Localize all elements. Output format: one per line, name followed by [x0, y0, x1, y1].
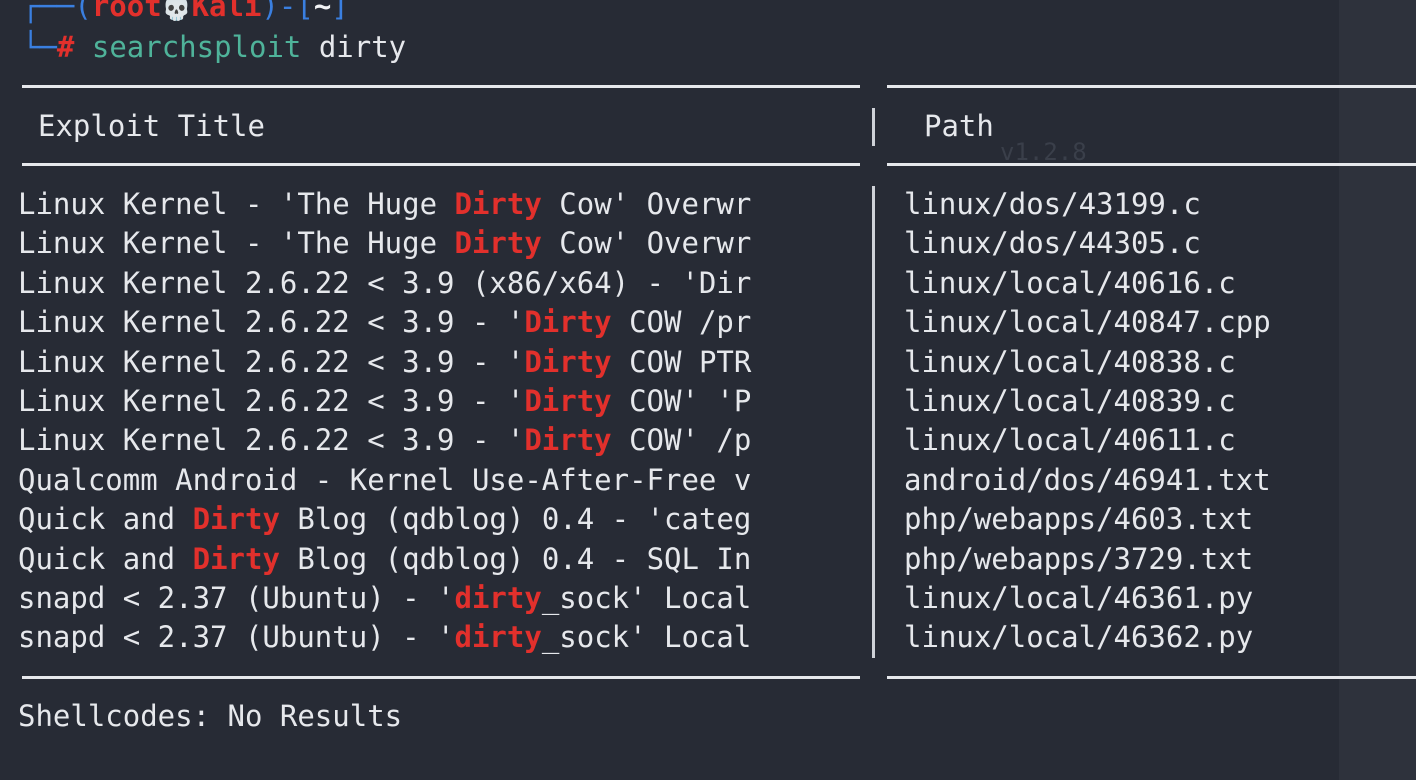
search-match-highlight: dirty [454, 620, 542, 654]
row-exploit-title: Linux Kernel 2.6.22 < 3.9 - 'Dirty COW /… [18, 304, 751, 340]
row-exploit-title: snapd < 2.37 (Ubuntu) - 'dirty_sock' Loc… [18, 580, 751, 616]
search-match-highlight: Dirty [524, 423, 612, 457]
title-text: Linux Kernel 2.6.22 < 3.9 - ' [18, 345, 525, 379]
title-text-tail: _sock' Local [541, 620, 752, 654]
row-exploit-title: Linux Kernel - 'The Huge Dirty Cow' Over… [18, 186, 751, 222]
prompt-user: root [91, 0, 162, 23]
row-exploit-title: Qualcomm Android - Kernel Use-After-Free… [18, 462, 751, 498]
row-exploit-path: android/dos/46941.txt [904, 463, 1271, 497]
table-bottom-rule-right [887, 676, 1416, 679]
prompt-frame-open: ┌──( [22, 0, 92, 23]
faint-version-text: v1.2.8 [1000, 138, 1087, 166]
search-match-highlight: Dirty [524, 345, 612, 379]
title-text-tail: COW PTR [611, 345, 752, 379]
search-match-highlight: Dirty [192, 502, 280, 536]
command-name: searchsploit [91, 30, 302, 64]
row-exploit-title: Linux Kernel - 'The Huge Dirty Cow' Over… [18, 225, 751, 261]
prompt-corner: └─ [22, 30, 57, 64]
row-exploit-path: linux/local/40839.c [904, 384, 1236, 418]
table-top-rule-right [887, 85, 1416, 88]
row-exploit-title: Linux Kernel 2.6.22 < 3.9 - 'Dirty COW' … [18, 422, 751, 458]
shellcodes-result: Shellcodes: No Results [18, 699, 403, 733]
skull-icon: 💀 [161, 0, 192, 22]
title-text-tail: _sock' Local [541, 581, 752, 615]
search-match-highlight: Dirty [454, 187, 542, 221]
search-match-highlight: Dirty [524, 384, 612, 418]
prompt-frame-close: ] [331, 0, 349, 23]
command-argument: dirty [318, 30, 407, 64]
row-exploit-path: linux/local/40616.c [904, 266, 1236, 300]
prompt-header-line: ┌──(root💀Kali)-[~] [22, 0, 349, 24]
search-match-highlight: Dirty [454, 226, 542, 260]
prompt-frame-mid: )-[ [261, 0, 314, 23]
row-exploit-path: php/webapps/4603.txt [904, 502, 1254, 536]
title-text: Linux Kernel - 'The Huge [18, 226, 455, 260]
prompt-hash: # [56, 30, 75, 64]
header-column-separator [872, 108, 875, 146]
title-text: snapd < 2.37 (Ubuntu) - ' [18, 581, 455, 615]
prompt-host: Kali [191, 0, 262, 23]
prompt-directory: ~ [313, 0, 332, 23]
row-exploit-path: linux/local/46361.py [904, 581, 1254, 615]
row-exploit-path: linux/dos/43199.c [904, 187, 1201, 221]
rows-column-separator [872, 186, 875, 658]
row-exploit-title: Linux Kernel 2.6.22 < 3.9 - 'Dirty COW P… [18, 344, 751, 380]
row-exploit-title: Quick and Dirty Blog (qdblog) 0.4 - SQL … [18, 541, 751, 577]
terminal-scrollbar[interactable] [1339, 0, 1416, 780]
table-top-rule-left [22, 85, 860, 88]
title-text: snapd < 2.37 (Ubuntu) - ' [18, 620, 455, 654]
row-exploit-title: Quick and Dirty Blog (qdblog) 0.4 - 'cat… [18, 501, 751, 537]
title-text-tail: COW /pr [611, 305, 752, 339]
search-match-highlight: Dirty [192, 542, 280, 576]
title-text-tail: Cow' Overwr [541, 187, 752, 221]
header-bottom-rule-right [887, 163, 1416, 166]
title-text: Linux Kernel 2.6.22 < 3.9 - ' [18, 384, 525, 418]
title-text: Linux Kernel 2.6.22 < 3.9 - ' [18, 423, 525, 457]
header-exploit-title: Exploit Title [38, 109, 265, 143]
title-text: Quick and [18, 502, 193, 536]
title-text: Quick and [18, 542, 193, 576]
terminal-window[interactable]: ┌──(root💀Kali)-[~] └─# searchsploit dirt… [0, 0, 1416, 780]
title-text: Linux Kernel 2.6.22 < 3.9 - ' [18, 305, 525, 339]
command-line[interactable]: └─# searchsploit dirty [22, 29, 406, 65]
row-exploit-path: linux/local/40611.c [904, 423, 1236, 457]
row-exploit-path: linux/local/40838.c [904, 345, 1236, 379]
table-bottom-rule-left [22, 676, 860, 679]
header-bottom-rule-left [22, 163, 860, 166]
row-exploit-path: php/webapps/3729.txt [904, 542, 1254, 576]
title-text: Linux Kernel - 'The Huge [18, 187, 455, 221]
row-exploit-title: snapd < 2.37 (Ubuntu) - 'dirty_sock' Loc… [18, 619, 751, 655]
title-text-tail: COW' 'P [611, 384, 752, 418]
search-match-highlight: Dirty [524, 305, 612, 339]
search-match-highlight: dirty [454, 581, 542, 615]
title-text-tail: Cow' Overwr [541, 226, 752, 260]
row-exploit-path: linux/local/40847.cpp [904, 305, 1271, 339]
title-text-tail: Blog (qdblog) 0.4 - SQL In [279, 542, 752, 576]
title-text-tail: COW' /p [611, 423, 752, 457]
row-exploit-path: linux/dos/44305.c [904, 226, 1201, 260]
header-path: Path [924, 109, 994, 143]
title-text: Linux Kernel 2.6.22 < 3.9 (x86/x64) - 'D… [18, 266, 752, 300]
title-text-tail: Blog (qdblog) 0.4 - 'categ [279, 502, 752, 536]
row-exploit-title: Linux Kernel 2.6.22 < 3.9 (x86/x64) - 'D… [18, 265, 751, 301]
title-text: Qualcomm Android - Kernel Use-After-Free… [18, 463, 752, 497]
row-exploit-title: Linux Kernel 2.6.22 < 3.9 - 'Dirty COW' … [18, 383, 751, 419]
row-exploit-path: linux/local/46362.py [904, 620, 1254, 654]
